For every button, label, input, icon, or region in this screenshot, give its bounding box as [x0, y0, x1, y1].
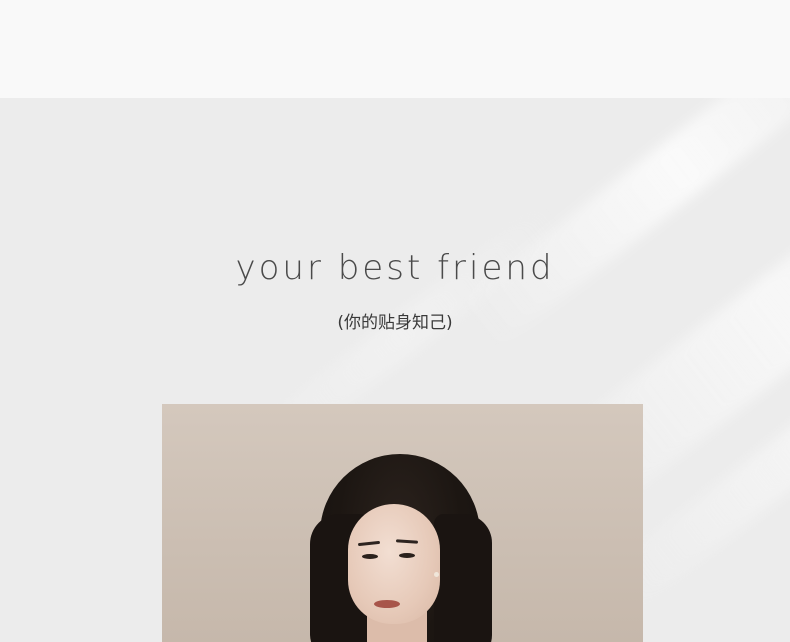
hero-section: your best friend (你的贴身知己) [0, 98, 790, 642]
top-band [0, 0, 790, 98]
hero-subline: (你的贴身知己) [337, 313, 453, 333]
photo-earring [434, 572, 439, 577]
hero-headline: your best friend [235, 248, 555, 288]
photo-lips [374, 600, 400, 608]
photo-eye-right [399, 553, 415, 558]
model-photo [162, 404, 643, 642]
photo-eye-left [362, 554, 378, 559]
photo-hair-right [434, 514, 492, 642]
product-detail-page: your best friend (你的贴身知己) [0, 0, 790, 642]
